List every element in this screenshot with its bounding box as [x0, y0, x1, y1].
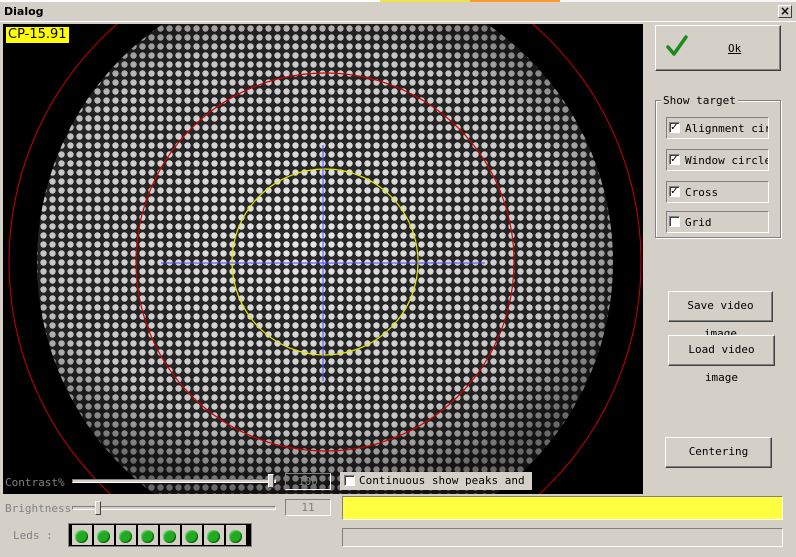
leds-label: Leds : [13, 529, 53, 542]
show-target-legend: Show target [661, 94, 738, 107]
save-video-image-button[interactable]: Save video image [668, 291, 773, 340]
continuous-peaks-label: Continuous show peaks and periods [359, 474, 532, 487]
checkbox-label: Grid [685, 216, 712, 229]
checkbox-box[interactable] [669, 216, 680, 227]
brightness-value: 11 [285, 499, 331, 516]
led-cell [94, 525, 114, 545]
led-indicator [207, 530, 220, 543]
continuous-peaks-checkbox[interactable]: Continuous show peaks and periods [340, 472, 532, 490]
led-indicator [229, 530, 242, 543]
led-cell [182, 525, 202, 545]
status-indicator-bar [342, 496, 783, 520]
led-cell [160, 525, 180, 545]
brightness-label: Brightness [5, 502, 72, 515]
contrast-slider[interactable] [72, 479, 276, 483]
checkbox-box[interactable]: ✓ [669, 154, 680, 165]
led-cell [204, 525, 224, 545]
title-bar: Dialog × [0, 0, 796, 22]
title-bar-strip [0, 0, 796, 2]
green-check-icon [666, 35, 688, 56]
brightness-slider[interactable] [72, 506, 276, 510]
led-panel [68, 523, 252, 547]
led-indicator [75, 530, 88, 543]
contrast-slider-thumb[interactable] [268, 474, 274, 488]
cross-checkbox[interactable]: ✓ Cross [666, 181, 769, 203]
close-icon: × [779, 4, 791, 18]
video-image [3, 24, 643, 494]
checkbox-box[interactable]: ✓ [669, 186, 680, 197]
checkbox-label: Window circle [685, 154, 769, 167]
checkbox-box[interactable]: ✓ [669, 122, 680, 133]
window-title: Dialog [4, 5, 44, 18]
cp-readout: CP-15.91 [6, 27, 69, 43]
checkbox-label: Cross [685, 186, 719, 199]
ok-button-label: Ok [728, 42, 742, 55]
led-indicator [119, 530, 132, 543]
led-cell [72, 525, 92, 545]
led-cell [226, 525, 246, 545]
led-indicator [185, 530, 198, 543]
centering-button[interactable]: Centering [665, 437, 772, 468]
contrast-value: 100 [285, 473, 331, 490]
led-cell [138, 525, 158, 545]
led-indicator [97, 530, 110, 543]
checkbox-label: Alignment circle [685, 122, 768, 135]
show-target-group: Show target ✓ Alignment circle ✓ Window … [655, 94, 781, 238]
contrast-label: Contrast% [5, 476, 65, 489]
window-circle-checkbox[interactable]: ✓ Window circle [666, 149, 769, 171]
led-cell [116, 525, 136, 545]
alignment-circle-checkbox[interactable]: ✓ Alignment circle [666, 117, 769, 139]
checkbox-box[interactable] [344, 475, 355, 486]
load-video-image-button[interactable]: Load video image [668, 335, 775, 384]
led-indicator [141, 530, 154, 543]
brightness-slider-thumb[interactable] [95, 501, 101, 515]
status-text-field [342, 528, 783, 547]
grid-checkbox[interactable]: Grid [666, 211, 769, 233]
video-display: CP-15.91 [3, 24, 643, 494]
led-indicator [163, 530, 176, 543]
close-button[interactable]: × [778, 5, 792, 18]
ok-button[interactable]: Ok [655, 25, 781, 71]
